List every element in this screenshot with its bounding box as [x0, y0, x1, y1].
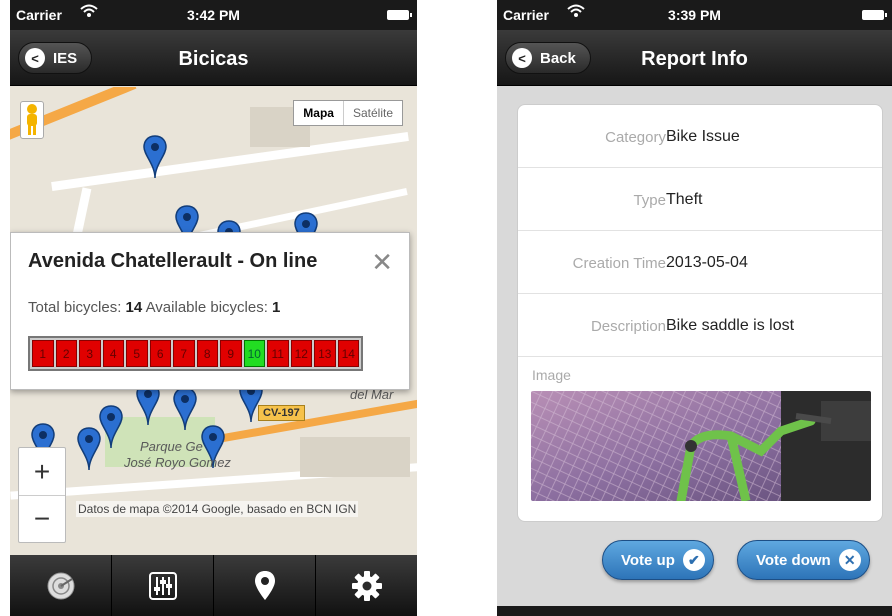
page-title: Bicicas	[178, 48, 249, 70]
field-label: Creation Time	[572, 255, 666, 272]
vote-up-button[interactable]: Vote up ✔	[602, 540, 714, 580]
clock: 3:39 PM	[668, 7, 721, 23]
dock-slot: 10	[243, 340, 265, 367]
map-place-label: Parque Ge	[140, 439, 203, 454]
status-bar: Carrier 3:42 PM	[10, 0, 417, 30]
map-screen: Carrier 3:42 PM < IES Bicicas Mapa Satél…	[10, 0, 417, 616]
available-bicycles-value: 1	[272, 299, 281, 316]
field-row-type: Type Theft	[518, 168, 882, 231]
map-type-satellite-button[interactable]: Satélite	[342, 101, 402, 125]
clock: 3:42 PM	[187, 7, 240, 23]
dock-slot: 4	[102, 340, 124, 367]
tab-settings[interactable]	[316, 555, 417, 616]
report-photo[interactable]	[531, 391, 871, 501]
map-type-map-button[interactable]: Mapa	[294, 101, 343, 125]
vote-down-button[interactable]: Vote down ✕	[737, 540, 870, 580]
tab-radar[interactable]	[10, 555, 112, 616]
dock-slot: 11	[267, 340, 289, 367]
dock-slot: 5	[126, 340, 148, 367]
road-label: CV-197	[258, 405, 305, 421]
total-bicycles-value: 14	[125, 299, 143, 316]
map-place-label: José Royo Gomez	[124, 455, 231, 470]
bottom-bar	[497, 606, 892, 616]
map-view[interactable]: Mapa Satélite CV-197 del Mar Parque Ge J…	[10, 87, 417, 555]
field-row-creation-time: Creation Time 2013-05-04	[518, 231, 882, 294]
street-view-pegman-icon[interactable]	[20, 101, 44, 139]
zoom-out-button[interactable]: −	[19, 495, 65, 542]
station-stats: Total bicycles: 14 Available bicycles: 1	[28, 299, 280, 316]
field-label: Category	[605, 129, 666, 146]
location-pin-icon	[254, 570, 275, 600]
gear-icon	[351, 570, 382, 601]
close-icon: ✕	[838, 549, 861, 571]
page-title: Report Info	[641, 48, 748, 70]
radar-icon	[47, 572, 74, 599]
dock-slot: 12	[290, 340, 312, 367]
map-type-control: Mapa Satélite	[293, 100, 403, 126]
dock-slot: 3	[79, 340, 101, 367]
field-value: Bike saddle is lost	[666, 317, 795, 334]
vote-down-label: Vote down	[756, 551, 831, 569]
status-bar: Carrier 3:39 PM	[497, 0, 892, 30]
station-pin-icon[interactable]	[172, 387, 198, 431]
checkmark-icon: ✔	[682, 549, 705, 571]
dock-slot: 6	[149, 340, 171, 367]
map-attribution: Datos de mapa ©2014 Google, basado en BC…	[76, 501, 359, 517]
dock-slot: 7	[173, 340, 195, 367]
field-value: Theft	[666, 191, 703, 208]
report-details-card: Category Bike Issue Type Theft Creation …	[517, 104, 883, 522]
map-block	[300, 437, 410, 477]
dock-slot: 13	[314, 340, 336, 367]
station-title: Avenida Chatellerault - On line	[28, 250, 318, 272]
dock-slots: 1 2 3 4 5 6 7 8 9 10 11 12 13 14	[28, 336, 363, 371]
nav-bar: < IES Bicicas	[10, 30, 417, 86]
tab-filters[interactable]	[112, 555, 214, 616]
equalizer-icon	[148, 571, 177, 600]
battery-icon	[862, 10, 887, 20]
field-value: 2013-05-04	[666, 254, 748, 271]
station-pin-icon[interactable]	[76, 427, 102, 471]
tab-location[interactable]	[214, 555, 316, 616]
vote-up-label: Vote up	[621, 551, 675, 569]
field-row-description: Description Bike saddle is lost	[518, 294, 882, 357]
dock-slot: 8	[196, 340, 218, 367]
field-label: Type	[633, 192, 666, 209]
dock-slot: 2	[55, 340, 77, 367]
map-road	[51, 131, 409, 192]
zoom-control: + −	[18, 447, 66, 543]
close-icon[interactable]: ✕	[371, 247, 393, 278]
tab-bar	[10, 555, 417, 616]
station-pin-icon[interactable]	[142, 135, 168, 179]
battery-icon	[387, 10, 412, 20]
field-value: Bike Issue	[666, 128, 740, 145]
report-screen: Carrier 3:39 PM < Back Report Info Categ…	[497, 0, 892, 616]
dock-slot: 9	[220, 340, 242, 367]
field-label: Description	[590, 318, 666, 335]
dock-slot: 1	[32, 340, 54, 367]
nav-bar: < Back Report Info	[497, 30, 892, 86]
image-label: Image	[532, 367, 571, 383]
station-info-popup: Avenida Chatellerault - On line ✕ Total …	[10, 232, 410, 390]
total-bicycles-label: Total bicycles:	[28, 299, 122, 316]
zoom-in-button[interactable]: +	[19, 448, 65, 495]
field-row-category: Category Bike Issue	[518, 105, 882, 168]
available-bicycles-label: Available bicycles:	[145, 299, 268, 316]
dock-slot: 14	[337, 340, 359, 367]
